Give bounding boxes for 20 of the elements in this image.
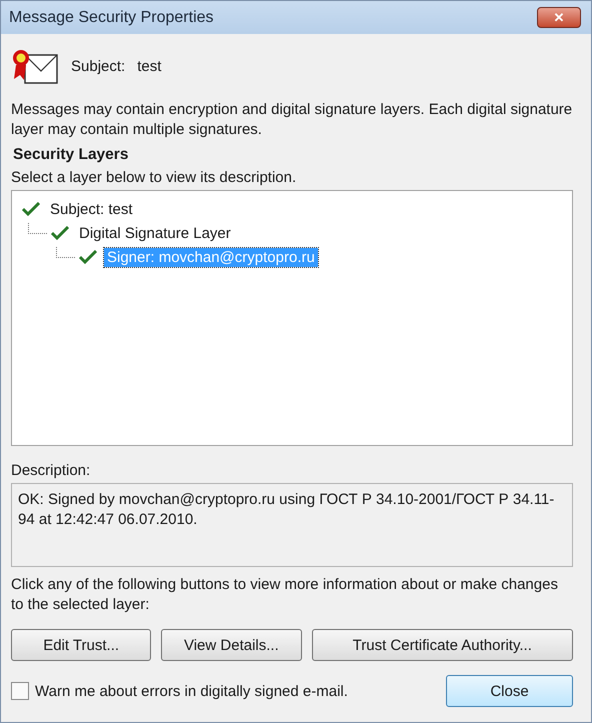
checkbox[interactable] (11, 682, 29, 700)
hint-text: Select a layer below to view its description. (11, 169, 298, 186)
window-title: Message Security Properties (9, 8, 214, 26)
checkbox-label: Warn me about errors in digitally signed e-mail. (35, 682, 348, 700)
description-label: Description: (11, 462, 92, 479)
close-button[interactable]: Close (446, 675, 573, 707)
signed-envelope-icon (11, 47, 59, 85)
tree-connector (56, 246, 75, 258)
description-box: OK: Signed by movchan@cryptopro.ru using ГОСТ Р 34.10-2001/ГОСТ Р 34.11-94 at 12:42:47 06.07.2010. (11, 483, 573, 567)
buttons-hint-text: Click any of the following buttons to view more information about or make changes to the selected layer: (11, 575, 559, 615)
tree-connector (28, 222, 47, 234)
tree-item[interactable]: Digital Signature Layer (76, 224, 234, 242)
subject-label: Subject: (71, 58, 126, 74)
section-heading: Security Layers (13, 146, 130, 164)
subject-value: test (137, 58, 162, 74)
action-button[interactable]: Edit Trust... (11, 629, 152, 661)
intro-text: Messages may contain encryption and digital signature layers. Each digital signature layer may contain multiple signatures. (11, 100, 573, 140)
tree-item[interactable]: Subject: test (47, 200, 136, 218)
action-button[interactable]: Trust Certificate Authority... (312, 629, 574, 661)
action-button[interactable]: View Details... (161, 629, 302, 661)
